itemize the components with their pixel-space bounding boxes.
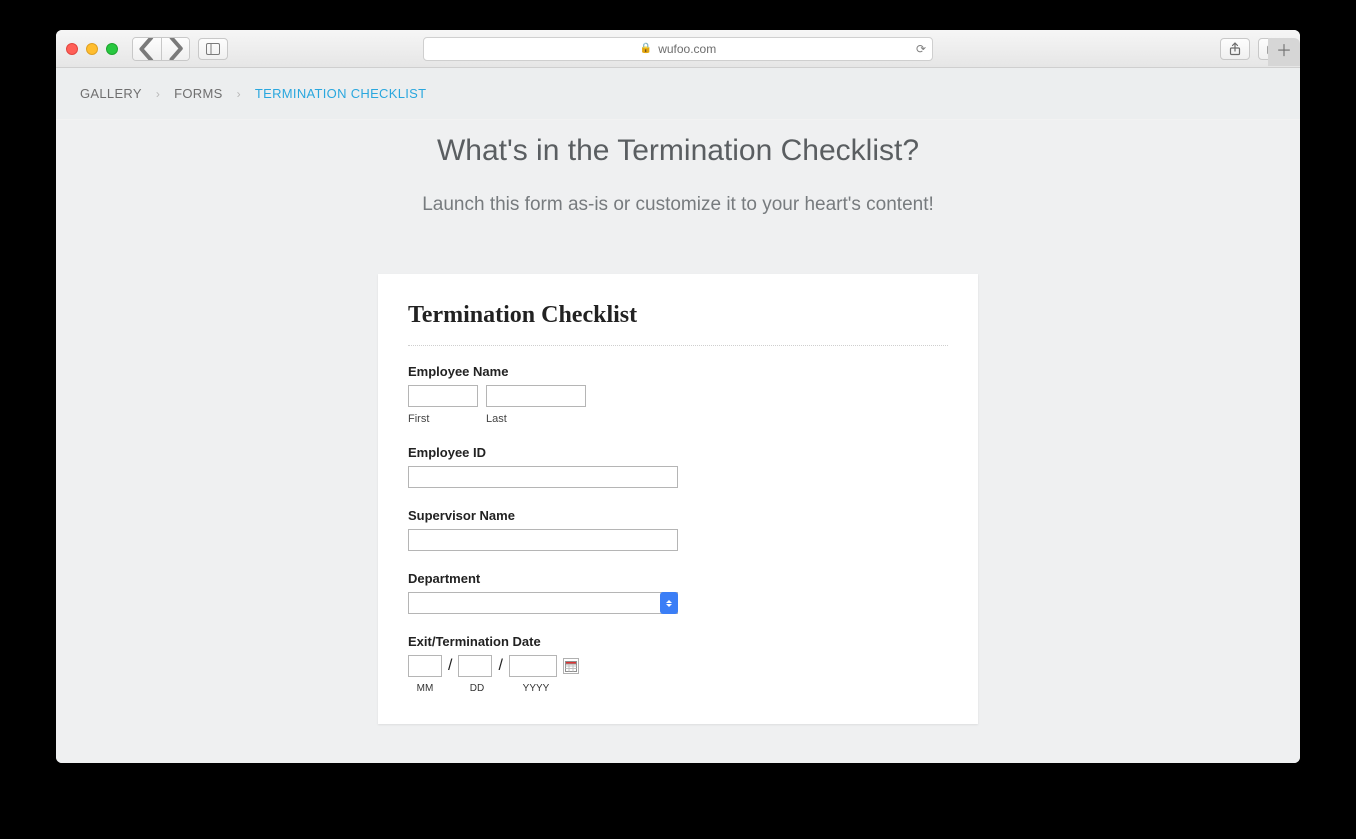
page-headline: What's in the Termination Checklist? <box>437 134 919 168</box>
breadcrumb-current: TERMINATION CHECKLIST <box>255 86 426 101</box>
forward-button[interactable] <box>161 38 189 60</box>
first-name-input[interactable] <box>408 385 478 407</box>
nav-buttons <box>132 37 190 61</box>
titlebar: 🔒 wufoo.com ⟳ <box>56 30 1300 68</box>
url-host: wufoo.com <box>658 42 716 56</box>
label-exit-date: Exit/Termination Date <box>408 634 948 649</box>
exit-date-yyyy-input[interactable] <box>509 655 557 677</box>
close-window-button[interactable] <box>66 43 78 55</box>
supervisor-name-input[interactable] <box>408 529 678 551</box>
page-content: What's in the Termination Checklist? Lau… <box>56 120 1300 763</box>
chevron-right-icon: › <box>237 87 241 101</box>
sublabel-last: Last <box>486 413 586 425</box>
lock-icon: 🔒 <box>640 43 652 54</box>
label-supervisor-name: Supervisor Name <box>408 508 948 523</box>
exit-date-dd-input[interactable] <box>458 655 492 677</box>
sidebar-toggle-button[interactable] <box>198 38 228 60</box>
address-bar[interactable]: 🔒 wufoo.com ⟳ <box>423 37 933 61</box>
field-employee-id: Employee ID <box>408 445 948 488</box>
field-exit-date: Exit/Termination Date / / MM DD YYYY <box>408 634 948 694</box>
chevron-right-icon: › <box>156 87 160 101</box>
breadcrumb-forms[interactable]: FORMS <box>174 86 222 101</box>
field-employee-name: Employee Name First Last <box>408 364 948 425</box>
new-tab-button[interactable]: ＋ <box>1268 38 1300 66</box>
label-department: Department <box>408 571 948 586</box>
date-separator: / <box>498 657 502 675</box>
sublabel-dd: DD <box>460 683 494 694</box>
last-name-input[interactable] <box>486 385 586 407</box>
department-select[interactable] <box>408 592 678 614</box>
exit-date-mm-input[interactable] <box>408 655 442 677</box>
sublabel-yyyy: YYYY <box>512 683 560 694</box>
back-button[interactable] <box>133 38 161 60</box>
share-button[interactable] <box>1220 38 1250 60</box>
reload-button[interactable]: ⟳ <box>916 42 926 56</box>
form-title: Termination Checklist <box>408 302 948 346</box>
fullscreen-window-button[interactable] <box>106 43 118 55</box>
employee-id-input[interactable] <box>408 466 678 488</box>
sublabel-first: First <box>408 413 478 425</box>
date-separator: / <box>448 657 452 675</box>
window-controls <box>66 43 118 55</box>
browser-window: 🔒 wufoo.com ⟳ GALLERY › FORMS › TERMINAT… <box>56 30 1300 763</box>
label-employee-id: Employee ID <box>408 445 948 460</box>
label-employee-name: Employee Name <box>408 364 948 379</box>
field-supervisor-name: Supervisor Name <box>408 508 948 551</box>
field-department: Department <box>408 571 948 614</box>
plus-icon: ＋ <box>1276 44 1292 60</box>
breadcrumb: GALLERY › FORMS › TERMINATION CHECKLIST <box>56 68 1300 120</box>
breadcrumb-gallery[interactable]: GALLERY <box>80 86 142 101</box>
calendar-icon[interactable] <box>563 658 579 674</box>
sublabel-mm: MM <box>408 683 442 694</box>
form-card: Termination Checklist Employee Name Firs… <box>378 274 978 724</box>
page-subhead: Launch this form as-is or customize it t… <box>422 194 934 216</box>
minimize-window-button[interactable] <box>86 43 98 55</box>
